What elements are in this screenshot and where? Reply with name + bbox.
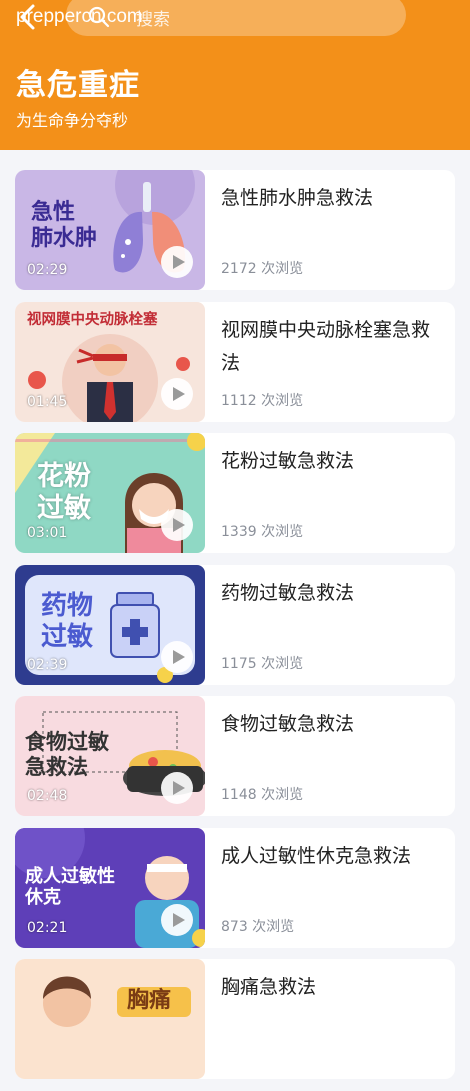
- play-icon[interactable]: [161, 246, 193, 278]
- thumbnail-caption: 成人过敏性 休克: [25, 865, 115, 909]
- thumbnail-caption: 食物过敏 急救法: [25, 730, 109, 780]
- view-count: 1148 次浏览: [221, 787, 304, 803]
- page-title: 急危重症: [16, 68, 140, 103]
- play-icon[interactable]: [161, 772, 193, 804]
- video-title[interactable]: 药物过敏急救法: [221, 577, 445, 610]
- watermark: preppercn.com: [16, 6, 143, 27]
- video-title[interactable]: 花粉过敏急救法: [221, 445, 445, 478]
- view-count: 873 次浏览: [221, 918, 295, 935]
- video-thumbnail[interactable]: 食物过敏 急救法 02:48: [15, 696, 205, 816]
- video-thumbnail[interactable]: 胸痛: [15, 959, 205, 1079]
- video-title[interactable]: 视网膜中央动脉栓塞急救法: [221, 314, 445, 380]
- play-icon[interactable]: [161, 903, 193, 936]
- video-card[interactable]: 成人过敏性 休克 02:21 成人过敏性休克急救法 873 次浏览: [15, 827, 455, 948]
- video-thumbnail[interactable]: 药物 过敏 02:39: [15, 564, 205, 685]
- thumbnail-caption: 花粉 过敏: [37, 461, 91, 525]
- video-card[interactable]: 食物过敏 急救法 02:48 食物过敏急救法 1148 次浏览: [15, 696, 455, 816]
- chest-pain-illustration: [15, 959, 205, 1079]
- video-thumbnail[interactable]: 急性 肺水肿 02:29: [15, 170, 205, 290]
- video-card[interactable]: 花粉 过敏 03:01 花粉过敏急救法 1339 次浏览: [15, 433, 455, 553]
- header: 搜索 preppercn.com 急危重症 为生命争分夺秒: [0, 0, 470, 150]
- video-duration: 02:29: [27, 262, 68, 278]
- thumbnail-caption: 胸痛: [127, 988, 172, 1013]
- play-icon[interactable]: [161, 377, 193, 410]
- video-card[interactable]: 急性 肺水肿 02:29 急性肺水肿急救法 2172 次浏览: [15, 170, 455, 290]
- view-count: 1339 次浏览: [221, 524, 304, 540]
- video-list: 急性 肺水肿 02:29 急性肺水肿急救法 2172 次浏览 视网膜中央动脉栓塞…: [15, 170, 455, 1091]
- page-subtitle: 为生命争分夺秒: [16, 111, 129, 130]
- thumbnail-caption: 药物 过敏: [41, 590, 94, 652]
- view-count: 1175 次浏览: [221, 655, 304, 672]
- video-title[interactable]: 急性肺水肿急救法: [221, 182, 445, 215]
- play-icon[interactable]: [161, 640, 193, 673]
- thumbnail-caption: 视网膜中央动脉栓塞: [27, 311, 158, 328]
- thumbnail-caption: 急性 肺水肿: [31, 200, 98, 252]
- video-duration: 02:21: [27, 919, 68, 936]
- view-count: 1112 次浏览: [221, 392, 304, 409]
- video-thumbnail[interactable]: 成人过敏性 休克 02:21: [15, 827, 205, 948]
- video-duration: 01:45: [27, 393, 68, 410]
- video-duration: 02:39: [27, 656, 68, 673]
- video-duration: 02:48: [27, 788, 68, 804]
- video-card[interactable]: 视网膜中央动脉栓塞 01:45 视网膜中央动脉栓塞急救法 1112 次浏览: [15, 301, 455, 422]
- video-card[interactable]: 胸痛 胸痛急救法: [15, 959, 455, 1079]
- video-duration: 03:01: [27, 525, 68, 541]
- video-card[interactable]: 药物 过敏 02:39 药物过敏急救法 1175 次浏览: [15, 564, 455, 685]
- video-thumbnail[interactable]: 视网膜中央动脉栓塞 01:45: [15, 301, 205, 422]
- view-count: 2172 次浏览: [221, 261, 304, 277]
- play-icon[interactable]: [161, 509, 193, 541]
- video-thumbnail[interactable]: 花粉 过敏 03:01: [15, 433, 205, 553]
- video-title[interactable]: 食物过敏急救法: [221, 708, 445, 741]
- video-title[interactable]: 胸痛急救法: [221, 971, 445, 1004]
- video-title[interactable]: 成人过敏性休克急救法: [221, 840, 445, 873]
